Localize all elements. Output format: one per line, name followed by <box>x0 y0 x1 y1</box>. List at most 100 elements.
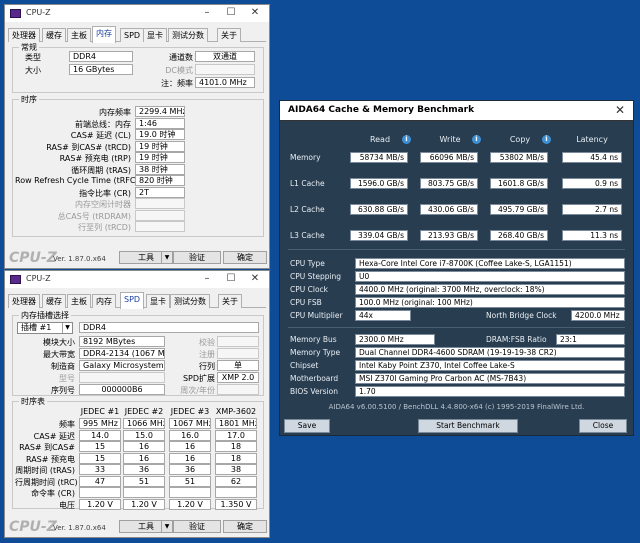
timing-value: 19 时钟 <box>135 152 185 163</box>
cpu-fsb-label: CPU FSB <box>290 298 322 307</box>
motherboard-value: MSI Z370I Gaming Pro Carbon AC (MS-7B43) <box>355 373 625 384</box>
serial-value: 000000B6 <box>79 384 165 395</box>
rank-value: 单 <box>217 360 259 371</box>
spd-ext-label: SPD扩展 <box>182 374 215 383</box>
jedec-column-header: JEDEC #1 <box>80 407 120 416</box>
timing-cell: 14.0 <box>79 429 121 441</box>
timing-cell: 16.0 <box>169 429 211 441</box>
tab-spd[interactable]: SPD <box>120 28 145 42</box>
tab-cpu[interactable]: 处理器 <box>8 294 40 308</box>
tab-caches[interactable]: 缓存 <box>42 28 66 42</box>
chevron-down-icon: ▼ <box>161 252 172 263</box>
timing-cell <box>169 487 211 498</box>
timing-cell <box>123 487 165 498</box>
dc-mode-value <box>195 64 255 75</box>
window-title: CPU-Z <box>26 274 51 283</box>
motherboard-label: Motherboard <box>290 374 339 383</box>
slot-select[interactable]: 插槽 #1 ▼ <box>17 322 73 334</box>
type-value: DDR4 <box>69 51 133 62</box>
tab-spd[interactable]: SPD <box>120 292 145 309</box>
ok-button[interactable]: 确定 <box>223 251 267 264</box>
cpuz-app-icon <box>10 275 21 284</box>
timing-label: 前端总线：内存 <box>75 119 131 129</box>
timings-group: 时序 内存频率 2299.4 MHz 前端总线：内存 1:46 CAS# 延迟 (CL)… <box>12 94 264 237</box>
validate-button[interactable]: 验证 <box>173 251 221 264</box>
registered-label: 注册 <box>199 350 215 359</box>
bench-row-label: L1 Cache <box>290 179 325 188</box>
uncore-freq-label: 注：频率 <box>161 79 193 88</box>
minimize-icon[interactable]: – <box>195 272 219 287</box>
jedec-column-header: JEDEC #2 <box>124 407 164 416</box>
tab-memory[interactable]: 内存 <box>92 26 116 43</box>
bench-value: 1596.0 GB/s <box>350 178 408 189</box>
bench-row-label: Memory <box>290 153 321 162</box>
chipset-label: Chipset <box>290 361 319 370</box>
bench-value: 630.88 GB/s <box>350 204 408 215</box>
north-bridge-clock-label: North Bridge Clock <box>486 311 557 320</box>
divider <box>288 327 625 328</box>
tab-bench[interactable]: 测试分数 <box>168 28 208 42</box>
bench-value: 45.4 ns <box>562 152 622 163</box>
tab-graphics[interactable]: 显卡 <box>146 294 170 308</box>
tab-bench[interactable]: 测试分数 <box>170 294 210 308</box>
timing-label: 循环周期 (tRAS) <box>71 165 131 175</box>
info-icon[interactable]: i <box>472 135 481 144</box>
minimize-icon[interactable]: – <box>195 6 219 21</box>
tab-caches[interactable]: 缓存 <box>42 294 66 308</box>
timing-cell: 1.350 V <box>215 498 257 510</box>
column-header: Latency <box>576 135 608 144</box>
timing-row-label: 电压 <box>59 500 75 510</box>
cpu-type-value: Hexa-Core Intel Core i7-8700K (Coffee La… <box>355 258 625 269</box>
cpuz-app-icon <box>10 9 21 18</box>
bench-value: 1601.8 GB/s <box>490 178 548 189</box>
tab-bar: 处理器 缓存 主板 内存 SPD 显卡 测试分数 关于 <box>8 26 266 43</box>
validate-button[interactable]: 验证 <box>173 520 221 533</box>
module-size-value: 8192 MBytes <box>79 336 165 347</box>
serial-label: 序列号 <box>51 386 75 395</box>
timing-cell: 1067 MHz <box>169 418 211 429</box>
timing-row-label: RAS# 到CAS# <box>19 443 75 452</box>
timing-value: 2299.4 MHz <box>135 106 185 117</box>
info-icon[interactable]: i <box>402 135 411 144</box>
close-icon[interactable]: ✕ <box>615 103 625 117</box>
tools-button[interactable]: 工具 ▼ <box>119 251 173 264</box>
timing-value <box>135 198 185 209</box>
max-bandwidth-value: DDR4-2134 (1067 MHz) <box>79 348 165 359</box>
close-icon[interactable]: ✕ <box>243 6 267 21</box>
timing-value: 19.0 时钟 <box>135 129 185 140</box>
jedec-column-header: JEDEC #3 <box>170 407 210 416</box>
timing-value: 820 时钟 <box>135 175 185 186</box>
tab-cpu[interactable]: 处理器 <box>8 28 40 42</box>
dram-fsb-ratio-label: DRAM:FSB Ratio <box>486 335 547 344</box>
timing-value <box>135 209 185 221</box>
north-bridge-clock-value: 4200.0 MHz <box>571 310 625 321</box>
week-year-value <box>217 384 259 395</box>
tab-mainboard[interactable]: 主板 <box>67 28 91 42</box>
tab-bar: 处理器 缓存 主板 内存 SPD 显卡 测试分数 关于 <box>8 292 266 309</box>
close-button[interactable]: Close <box>579 419 627 433</box>
start-benchmark-button[interactable]: Start Benchmark <box>418 419 518 433</box>
version-label: Ver. 1.87.0.x64 <box>53 255 106 263</box>
tools-button[interactable]: 工具 ▼ <box>119 520 173 533</box>
save-button[interactable]: Save <box>284 419 330 433</box>
type-label: 类型 <box>25 53 41 62</box>
timing-cell: 1066 MHz <box>123 418 165 429</box>
timing-cell: 1.20 V <box>79 498 121 510</box>
tab-memory[interactable]: 内存 <box>92 294 116 308</box>
info-icon[interactable]: i <box>542 135 551 144</box>
tab-graphics[interactable]: 显卡 <box>143 28 167 42</box>
timing-cell: 33 <box>79 464 121 475</box>
bottom-bar: CPU-Z Ver. 1.87.0.x64 工具 ▼ 验证 确定 <box>5 517 269 537</box>
tab-about[interactable]: 关于 <box>217 28 241 42</box>
maximize-icon[interactable]: ☐ <box>219 272 243 287</box>
close-icon[interactable]: ✕ <box>243 272 267 287</box>
timing-row-label: CAS# 延迟 <box>33 431 75 441</box>
timing-cell: 62 <box>215 475 257 487</box>
tab-about[interactable]: 关于 <box>218 294 242 308</box>
ok-button[interactable]: 确定 <box>223 520 267 533</box>
bench-row-label: L2 Cache <box>290 205 325 214</box>
timing-cell: 16 <box>169 452 211 464</box>
tab-mainboard[interactable]: 主板 <box>67 294 91 308</box>
manufacturer-label: 制造商 <box>51 362 75 371</box>
maximize-icon[interactable]: ☐ <box>219 6 243 21</box>
